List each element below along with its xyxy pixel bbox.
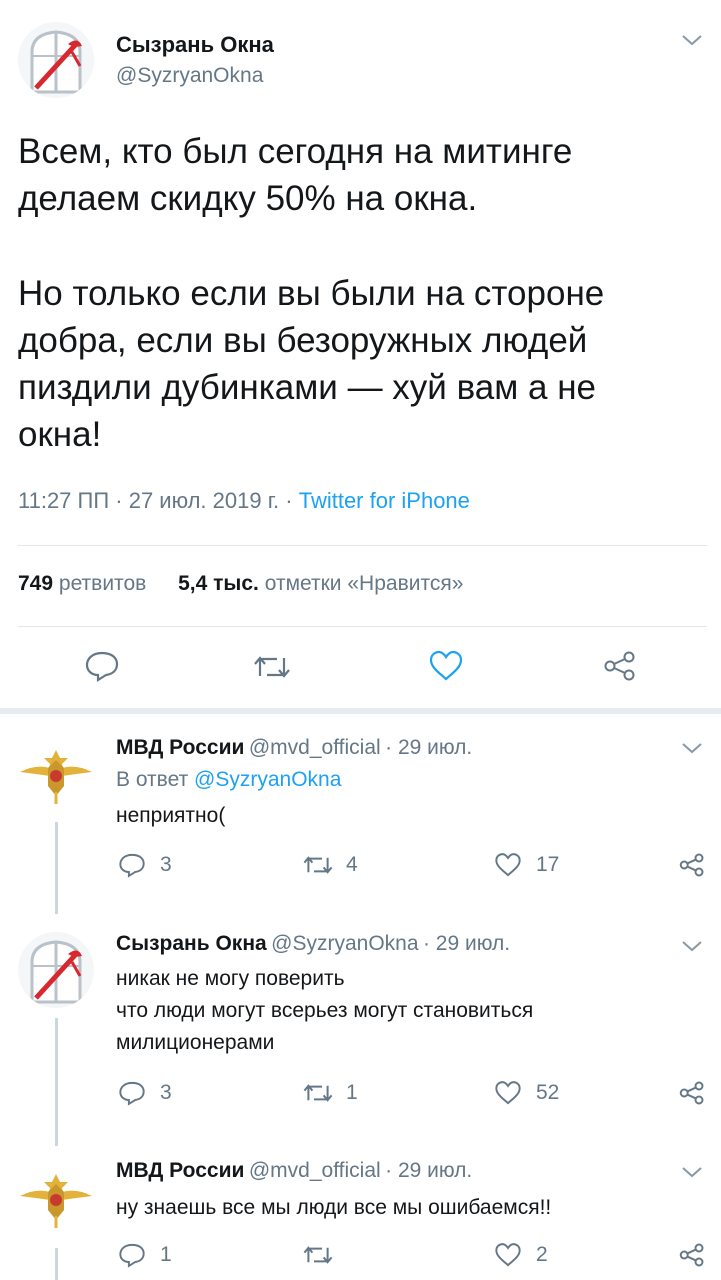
share-icon[interactable] <box>678 1242 706 1268</box>
window-logo-icon <box>18 932 94 1008</box>
retweet-icon[interactable] <box>252 652 292 682</box>
tweet-time[interactable]: 11:27 ПП · 27 июл. 2019 г. · <box>18 488 299 513</box>
reply-header: Сызрань Окна @SyzryanOkna · 29 июл. <box>116 932 510 956</box>
reply-to-label: В ответ <box>116 768 189 791</box>
thread-line <box>55 822 58 914</box>
tweet-text-line: Но только если вы были на стороне <box>18 274 605 313</box>
retweet-icon[interactable] <box>302 853 334 877</box>
reply-text-line: никак не могу поверить <box>116 967 345 990</box>
author-name[interactable]: МВД России <box>116 736 244 759</box>
author-name[interactable]: Сызрань Окна <box>116 932 267 955</box>
thread-line <box>55 1018 58 1146</box>
reply-text: ну знаешь все мы люди все мы ошибаемся!! <box>116 1192 706 1224</box>
reply-text-line: милиционерами <box>116 1031 275 1054</box>
thread-line <box>55 1248 58 1280</box>
reply-text-line: ну знаешь все мы люди все мы ошибаемся!! <box>116 1196 552 1219</box>
section-separator <box>0 708 721 714</box>
divider <box>18 545 707 546</box>
emblem-icon <box>20 750 92 804</box>
author-avatar[interactable] <box>18 22 94 98</box>
reply-date[interactable]: · 29 июл. <box>385 1159 472 1182</box>
share-icon[interactable] <box>678 1080 706 1106</box>
reply-date[interactable]: · 29 июл. <box>385 736 472 759</box>
retweets-stat[interactable]: 749 ретвитов <box>18 572 146 595</box>
reply-icon[interactable] <box>118 1080 146 1106</box>
share-icon[interactable] <box>678 852 706 878</box>
emblem-icon <box>20 1174 92 1228</box>
author-handle[interactable]: @SyzryanOkna <box>116 64 263 88</box>
reply-text-line: что люди могут всерьез могут становиться <box>116 999 534 1022</box>
tweet-source[interactable]: Twitter for iPhone <box>299 488 470 513</box>
like-icon[interactable] <box>428 650 464 682</box>
like-count: 52 <box>536 1081 560 1104</box>
tweet-stats: 749 ретвитов 5,4 тыс. отметки «Нравится» <box>18 572 463 596</box>
divider <box>18 626 707 627</box>
reply-header: МВД России @mvd_official · 29 июл. <box>116 736 472 760</box>
tweet-text: Всем, кто был сегодня на митинге делаем … <box>18 128 708 458</box>
tweet-meta: 11:27 ПП · 27 июл. 2019 г. · Twitter for… <box>18 488 470 514</box>
author-avatar[interactable] <box>18 932 94 1008</box>
chevron-down-icon[interactable] <box>680 740 704 756</box>
reply-header: МВД России @mvd_official · 29 июл. <box>116 1159 472 1183</box>
retweet-icon[interactable] <box>302 1081 334 1105</box>
like-icon[interactable] <box>494 1080 522 1106</box>
likes-stat[interactable]: 5,4 тыс. отметки «Нравится» <box>178 572 463 595</box>
author-name[interactable]: Сызрань Окна <box>116 32 274 58</box>
retweet-icon[interactable] <box>302 1243 334 1267</box>
reply-count: 1 <box>160 1243 172 1266</box>
reply-count: 3 <box>160 1081 172 1104</box>
chevron-down-icon[interactable] <box>680 32 704 48</box>
author-handle[interactable]: @mvd_official <box>249 1159 381 1182</box>
tweet-text-line: пиздили дубинками — хуй вам а не <box>18 368 597 407</box>
tweet-text-line: Всем, кто был сегодня на митинге <box>18 132 573 171</box>
like-icon[interactable] <box>494 852 522 878</box>
retweet-count: 1 <box>346 1081 358 1104</box>
retweets-label: ретвитов <box>58 572 147 595</box>
reply-text-line: неприятно( <box>116 804 226 827</box>
reply-icon[interactable] <box>118 1242 146 1268</box>
chevron-down-icon[interactable] <box>680 938 704 954</box>
likes-count: 5,4 тыс. <box>178 572 259 595</box>
author-handle[interactable]: @SyzryanOkna <box>271 932 418 955</box>
reply-date[interactable]: · 29 июл. <box>423 932 510 955</box>
reply-text: никак не могу поверить что люди могут вс… <box>116 963 706 1059</box>
reply-count: 3 <box>160 853 172 876</box>
tweet-text-line: окна! <box>18 415 102 454</box>
reply-icon[interactable] <box>84 650 120 682</box>
like-count: 17 <box>536 853 560 876</box>
author-name[interactable]: МВД России <box>116 1159 244 1182</box>
reply-to-handle[interactable]: @SyzryanOkna <box>194 768 341 791</box>
tweet-text-line: делаем скидку 50% на окна. <box>18 179 478 218</box>
chevron-down-icon[interactable] <box>680 1164 704 1180</box>
reply-to-line: В ответ @SyzryanOkna <box>116 768 341 792</box>
like-count: 2 <box>536 1243 548 1266</box>
reply-text: неприятно( <box>116 800 225 832</box>
author-handle[interactable]: @mvd_official <box>249 736 381 759</box>
retweets-count: 749 <box>18 572 54 595</box>
author-avatar[interactable] <box>16 736 96 816</box>
reply-icon[interactable] <box>118 852 146 878</box>
likes-label: отметки «Нравится» <box>264 572 464 595</box>
author-avatar[interactable] <box>16 1160 96 1240</box>
window-logo-icon <box>18 22 94 98</box>
retweet-count: 4 <box>346 853 358 876</box>
share-icon[interactable] <box>602 650 638 682</box>
tweet-text-line: добра, если вы безоружных людей <box>18 321 588 360</box>
like-icon[interactable] <box>494 1242 522 1268</box>
